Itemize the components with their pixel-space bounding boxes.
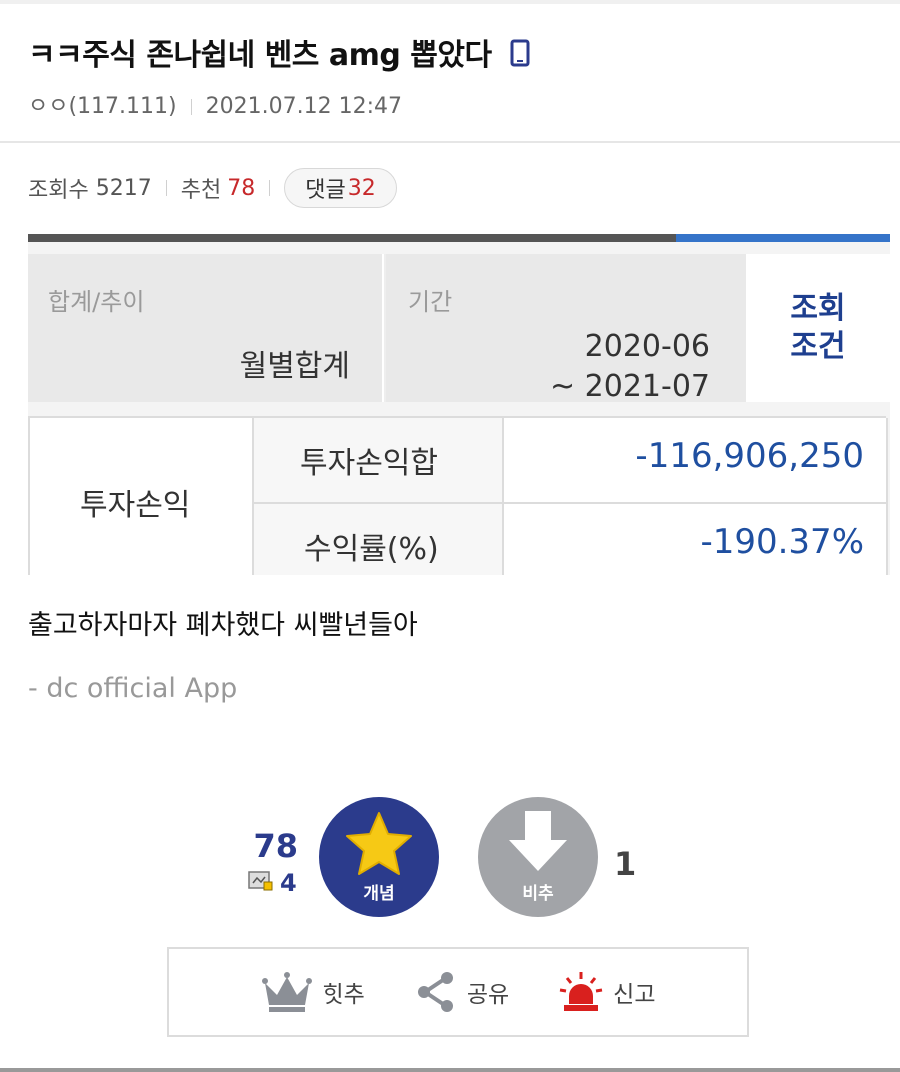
action-bar: 힛추 공유 신고 xyxy=(167,947,749,1037)
post-datetime: 2021.07.12 12:47 xyxy=(205,94,402,119)
meta-divider xyxy=(190,99,192,115)
table-row2-label-cell: 수익률(%) xyxy=(254,504,504,575)
period-to: ~ 2021-07 xyxy=(549,369,710,404)
hit-recommend-button[interactable]: 힛추 xyxy=(261,971,365,1013)
post-body-text: 출고하자마자 폐차했다 씨빨년들아 xyxy=(28,610,418,641)
hit-recommend-label: 힛추 xyxy=(322,982,365,1008)
sum-trend-label: 합계/추이 xyxy=(48,288,145,316)
tab-bar-dark xyxy=(28,234,676,242)
report-label: 신고 xyxy=(613,982,656,1008)
sum-trend-cell: 합계/추이 월별합계 xyxy=(28,254,384,402)
recommend-count: 78 xyxy=(227,175,256,201)
table-row1-value-cell: -116,906,250 xyxy=(504,418,888,504)
crown-icon xyxy=(261,972,312,1012)
table-row2-value: -190.37% xyxy=(700,522,864,562)
post-meta: ㅇㅇ(117.111) 2021.07.12 12:47 xyxy=(28,88,402,120)
table-group-label: 투자손익 xyxy=(80,488,191,523)
downvote-label: 비추 xyxy=(522,884,554,904)
table-gap xyxy=(28,402,890,416)
views-label: 조회수 xyxy=(28,178,89,203)
share-label: 공유 xyxy=(466,982,510,1008)
fixed-recommend-count: 4 xyxy=(280,869,297,897)
post-title: ㅋㅋ주식 존나쉽네 벤츠 amg 뽑았다 xyxy=(28,30,530,75)
views-count: 5217 xyxy=(95,175,152,201)
post-title-text: ㅋㅋ주식 존나쉽네 벤츠 amg 뽑았다 xyxy=(28,38,492,73)
query-line-1: 조회 xyxy=(790,291,846,326)
sum-trend-value: 월별합계 xyxy=(239,349,350,384)
comments-label: 댓글 xyxy=(305,178,346,203)
downvote-button[interactable]: 비추 xyxy=(478,797,598,917)
tab-bar-blue xyxy=(676,234,890,242)
attached-screenshot[interactable]: 합계/추이 월별합계 기간 2020-06 ~ 2021-07 조회 조건 투자… xyxy=(28,234,890,575)
recommend-label: 추천 xyxy=(180,178,222,203)
table-row1-label: 투자손익합 xyxy=(300,446,438,481)
stats-divider xyxy=(165,180,167,196)
period-from: 2020-06 xyxy=(584,329,710,364)
stats-divider xyxy=(269,180,271,196)
post-stats: 조회수 5217 추천 78 댓글 32 xyxy=(28,168,397,208)
table-row2-label: 수익률(%) xyxy=(304,532,439,567)
upvote-count: 78 xyxy=(253,827,298,865)
share-icon xyxy=(417,972,453,1012)
period-cell: 기간 2020-06 ~ 2021-07 xyxy=(386,254,746,404)
app-signature: - dc official App xyxy=(28,673,238,704)
upvote-label: 개념 xyxy=(363,884,395,904)
table-row1-value: -116,906,250 xyxy=(635,436,864,476)
table-group-cell: 투자손익 xyxy=(30,418,254,575)
upvote-button[interactable]: 개념 xyxy=(319,797,439,917)
table-row2-value-cell: -190.37% xyxy=(504,504,888,575)
share-button[interactable]: 공유 xyxy=(415,970,509,1014)
comments-count: 32 xyxy=(347,175,376,201)
header-top-divider xyxy=(0,0,900,4)
table-row1-label-cell: 투자손익합 xyxy=(254,418,504,504)
author-name[interactable]: ㅇㅇ(117.111) xyxy=(28,94,177,119)
profit-table: 투자손익 투자손익합 -116,906,250 수익률(%) -190.37% xyxy=(28,416,888,575)
mobile-phone-icon xyxy=(510,39,530,75)
post-header: ㅋㅋ주식 존나쉽네 벤츠 amg 뽑았다 ㅇㅇ(117.111) 2021.07.… xyxy=(0,0,900,143)
siren-icon xyxy=(559,972,603,1011)
query-condition-button: 조회 조건 xyxy=(746,290,890,366)
bottom-divider xyxy=(0,1068,900,1072)
query-line-2: 조건 xyxy=(790,329,846,364)
comments-button[interactable]: 댓글 32 xyxy=(284,168,397,208)
fixed-recommend: 4 xyxy=(248,869,297,897)
report-button[interactable]: 신고 xyxy=(559,970,655,1014)
downvote-count: 1 xyxy=(614,845,637,883)
vote-area: 78 4 개념 비추 1 xyxy=(0,797,900,917)
fixed-nick-icon xyxy=(248,869,274,897)
period-label: 기간 xyxy=(408,288,453,316)
